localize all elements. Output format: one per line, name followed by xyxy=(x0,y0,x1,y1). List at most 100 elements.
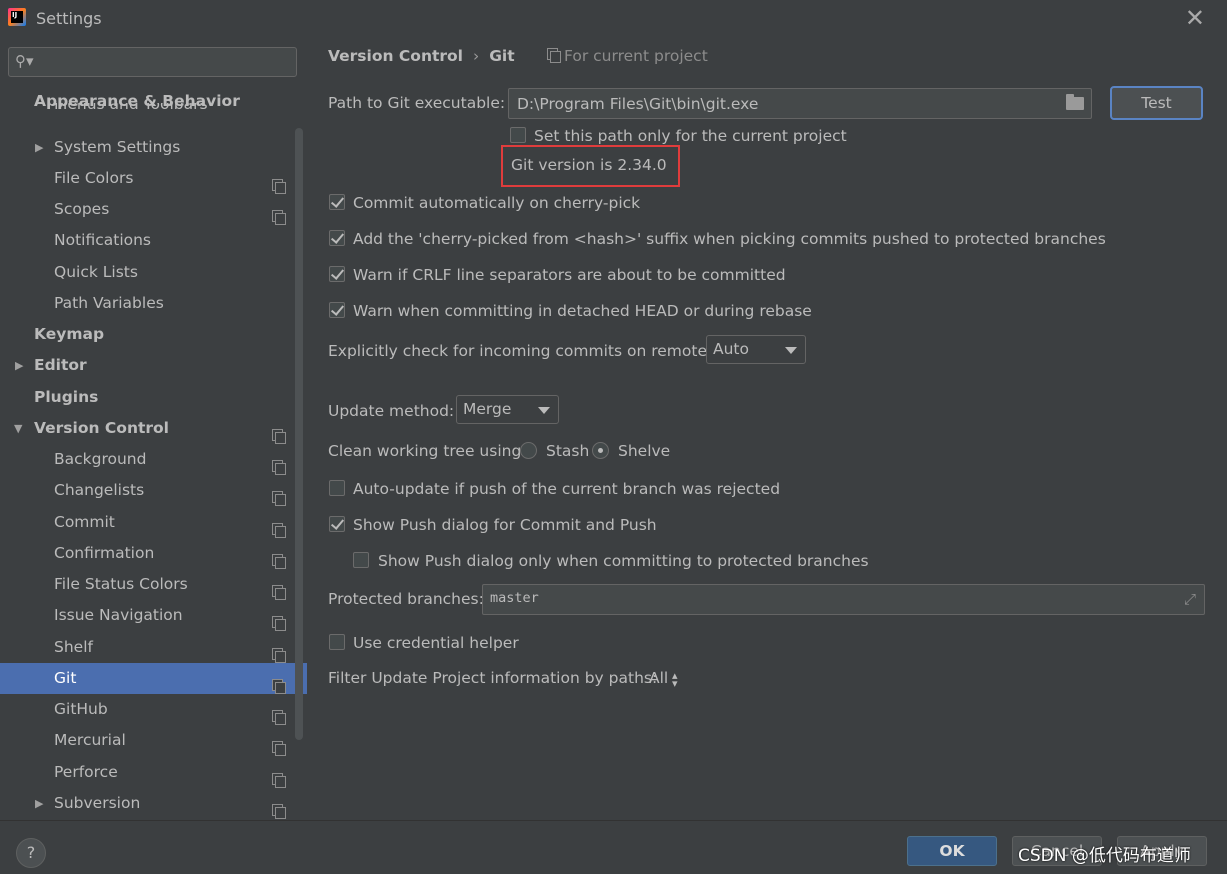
protected-branches-label: Protected branches: xyxy=(328,590,484,608)
git-version-text: Git version is 2.34.0 xyxy=(511,156,667,174)
sidebar-item-scopes[interactable]: Scopes xyxy=(0,194,307,225)
warn-detached-checkbox[interactable] xyxy=(329,302,345,318)
sidebar-item-github[interactable]: GitHub xyxy=(0,694,307,725)
title-bar: IJ Settings ✕ xyxy=(0,0,1227,38)
project-scope-icon xyxy=(272,609,286,631)
expand-icon[interactable]: ⤢ xyxy=(1184,590,1196,608)
sidebar-item-version-control[interactable]: ▼ Version Control xyxy=(0,413,307,444)
project-scope-icon xyxy=(272,203,286,225)
help-button[interactable]: ? xyxy=(16,838,46,868)
project-scope-icon xyxy=(272,766,286,788)
project-scope-icon xyxy=(547,48,561,63)
watermark: CSDN @低代码布道师 xyxy=(1018,846,1191,866)
sidebar-item-mercurial[interactable]: Mercurial xyxy=(0,725,307,756)
project-scope-icon xyxy=(272,797,286,819)
credential-helper-checkbox[interactable] xyxy=(329,634,345,650)
git-path-input[interactable] xyxy=(517,93,1057,115)
add-suffix-checkbox[interactable] xyxy=(329,230,345,246)
sidebar-item-notifications[interactable]: Notifications xyxy=(0,225,307,256)
update-method-label: Update method: xyxy=(328,402,455,420)
settings-sidebar: ⚲▾ Appearance & Behavior Menus and Toolb… xyxy=(0,38,307,820)
warn-crlf-checkbox[interactable] xyxy=(329,266,345,282)
expand-arrow-icon: ▶ xyxy=(35,141,44,154)
sidebar-item-path-variables[interactable]: Path Variables xyxy=(0,288,307,319)
sidebar-item-editor[interactable]: ▶ Editor xyxy=(0,350,307,381)
project-scope-icon xyxy=(272,578,286,600)
expand-arrow-icon: ▶ xyxy=(35,797,44,810)
chevron-down-icon xyxy=(538,407,550,414)
path-label: Path to Git executable: xyxy=(328,94,506,112)
sidebar-scrollbar[interactable] xyxy=(295,128,303,740)
sidebar-item-background[interactable]: Background xyxy=(0,444,307,475)
project-scope-icon xyxy=(272,484,286,506)
breadcrumb-parent[interactable]: Version Control xyxy=(328,47,463,65)
sidebar-item-commit[interactable]: Commit xyxy=(0,507,307,538)
warn-crlf-label: Warn if CRLF line separators are about t… xyxy=(353,266,786,284)
credential-helper-label: Use credential helper xyxy=(353,634,519,652)
filter-paths-dropdown[interactable]: All xyxy=(649,669,668,687)
add-suffix-label: Add the 'cherry-picked from <hash>' suff… xyxy=(353,230,1106,248)
search-icon: ⚲▾ xyxy=(15,52,34,70)
commit-cherry-pick-checkbox[interactable] xyxy=(329,194,345,210)
sidebar-item-subversion[interactable]: ▶ Subversion xyxy=(0,788,307,819)
git-path-field[interactable] xyxy=(508,88,1092,119)
sidebar-item-quick-lists[interactable]: Quick Lists xyxy=(0,257,307,288)
intellij-logo-icon: IJ xyxy=(8,8,26,26)
filter-paths-label: Filter Update Project information by pat… xyxy=(328,669,658,687)
show-push-checkbox[interactable] xyxy=(329,516,345,532)
settings-search-input[interactable]: ⚲▾ xyxy=(8,47,297,77)
project-scope-icon xyxy=(272,703,286,725)
project-scope-icon xyxy=(272,641,286,663)
sidebar-item-file-status-colors[interactable]: File Status Colors xyxy=(0,569,307,600)
scope-indicator: For current project xyxy=(547,47,708,65)
window-title: Settings xyxy=(36,9,102,28)
protected-branches-input[interactable]: master ⤢ xyxy=(482,584,1205,615)
project-scope-icon xyxy=(272,547,286,569)
warn-detached-label: Warn when committing in detached HEAD or… xyxy=(353,302,812,320)
show-push-label: Show Push dialog for Commit and Push xyxy=(353,516,657,534)
set-path-project-checkbox[interactable] xyxy=(510,127,526,143)
show-push-protected-checkbox[interactable] xyxy=(353,552,369,568)
sidebar-item-perforce[interactable]: Perforce xyxy=(0,757,307,788)
project-scope-icon xyxy=(272,734,286,756)
sidebar-item-changelists[interactable]: Changelists xyxy=(0,475,307,506)
sidebar-item-keymap[interactable]: Keymap xyxy=(0,319,307,350)
breadcrumb-current: Git xyxy=(489,47,515,65)
collapse-arrow-icon: ▼ xyxy=(14,422,23,435)
ok-button[interactable]: OK xyxy=(907,836,997,866)
stash-radio[interactable] xyxy=(520,442,537,459)
chevron-down-icon xyxy=(785,347,797,354)
project-scope-icon xyxy=(272,453,286,475)
shelve-label: Shelve xyxy=(618,442,671,460)
auto-update-label: Auto-update if push of the current branc… xyxy=(353,480,781,498)
project-scope-icon xyxy=(272,172,286,194)
shelve-radio[interactable] xyxy=(592,442,609,459)
folder-icon[interactable] xyxy=(1066,94,1084,110)
stash-label: Stash xyxy=(546,442,590,460)
set-path-project-label: Set this path only for the current proje… xyxy=(534,127,847,145)
sidebar-item-shelf[interactable]: Shelf xyxy=(0,632,307,663)
update-method-dropdown[interactable]: Merge xyxy=(456,395,559,424)
breadcrumb: Version Control › Git xyxy=(328,47,515,65)
show-push-protected-label: Show Push dialog only when committing to… xyxy=(378,552,869,570)
sidebar-item-menus-toolbars[interactable]: Menus and Toolbars xyxy=(0,103,307,117)
incoming-commits-label: Explicitly check for incoming commits on… xyxy=(328,342,721,360)
auto-update-checkbox[interactable] xyxy=(329,480,345,496)
incoming-commits-dropdown[interactable]: Auto xyxy=(706,335,806,364)
project-scope-icon xyxy=(272,422,286,444)
commit-cherry-pick-label: Commit automatically on cherry-pick xyxy=(353,194,641,212)
test-button[interactable]: Test xyxy=(1110,86,1203,120)
sidebar-item-system-settings[interactable]: ▶ System Settings xyxy=(0,132,307,163)
sidebar-item-confirmation[interactable]: Confirmation xyxy=(0,538,307,569)
sidebar-item-git[interactable]: Git xyxy=(0,663,307,694)
project-scope-icon xyxy=(272,672,286,694)
expand-arrow-icon: ▶ xyxy=(15,359,24,372)
breadcrumb-separator: › xyxy=(473,47,480,65)
clean-tree-label: Clean working tree using: xyxy=(328,442,527,460)
project-scope-icon xyxy=(272,516,286,538)
sidebar-item-plugins[interactable]: Plugins xyxy=(0,382,307,413)
settings-tree: Appearance & Behavior Menus and Toolbars… xyxy=(0,92,307,820)
close-icon[interactable]: ✕ xyxy=(1185,6,1205,30)
sidebar-item-file-colors[interactable]: File Colors xyxy=(0,163,307,194)
sidebar-item-issue-navigation[interactable]: Issue Navigation xyxy=(0,600,307,631)
